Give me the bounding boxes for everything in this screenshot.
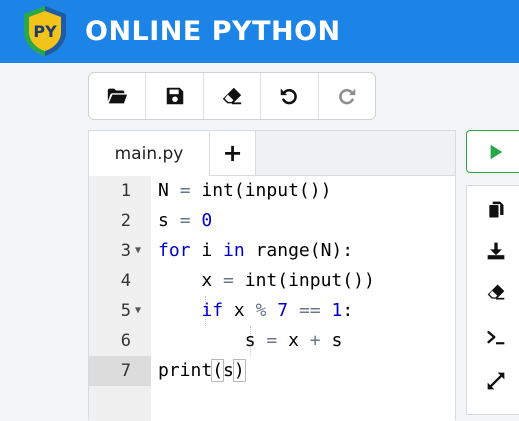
copy-icon (489, 201, 504, 218)
code-line-active: 7 print(s) (89, 356, 455, 386)
token: = (179, 210, 191, 231)
line-number: 4 (120, 271, 131, 291)
eraser-icon (222, 87, 242, 105)
token: = (266, 330, 278, 351)
expand-icon (487, 372, 505, 390)
undo-button[interactable] (261, 73, 319, 119)
token: print (158, 360, 213, 381)
token: x (288, 330, 299, 351)
token: s (158, 210, 169, 231)
token: s (244, 330, 256, 351)
token: in (223, 240, 245, 261)
text-cursor (244, 361, 246, 381)
logo-text: PY (33, 22, 57, 41)
code-line: 5 ▼ if x % 7 == 1: (89, 296, 455, 326)
token: x (233, 300, 245, 321)
token: for (158, 240, 191, 261)
terminal-button[interactable] (467, 323, 519, 353)
token: + (309, 330, 321, 351)
fold-arrow-icon[interactable]: ▼ (135, 236, 141, 266)
code-line: 4 x = int(input()) (89, 266, 455, 296)
code-line: 2 s = 0 (89, 206, 455, 236)
token: i (201, 240, 213, 261)
save-button[interactable] (146, 73, 204, 119)
run-button[interactable] (466, 130, 519, 173)
token: x (201, 270, 213, 291)
token: range(N): (255, 240, 354, 261)
eraser-icon (487, 284, 505, 300)
clear-output-button[interactable] (467, 277, 519, 307)
code-line: 6 s = x + s (89, 326, 455, 356)
copy-button[interactable] (467, 195, 519, 225)
token: % (255, 300, 267, 321)
line-number: 6 (120, 331, 131, 351)
token: 7 (277, 300, 289, 321)
folder-open-icon (108, 88, 128, 104)
play-icon (490, 144, 503, 159)
token: s (331, 330, 343, 351)
matching-bracket: ( (211, 359, 225, 382)
tab-main-py[interactable]: main.py (89, 131, 210, 176)
redo-icon (339, 88, 356, 105)
editor-panel: main.py + 1 N = int(input()) 2 s = 0 3 ▼… (88, 130, 456, 421)
clear-button[interactable] (204, 73, 262, 119)
open-file-button[interactable] (89, 73, 147, 119)
token: = (179, 180, 191, 201)
token: = (223, 270, 234, 291)
side-tools-panel (466, 185, 519, 415)
top-bar: PY ONLINE PYTHON (0, 0, 519, 63)
line-number: 5 (120, 301, 131, 321)
token: s (223, 360, 234, 381)
line-number: 3 (120, 241, 131, 261)
line-number: 1 (120, 181, 131, 201)
token: 1 (331, 300, 343, 321)
token: if (201, 300, 224, 321)
add-tab-button[interactable]: + (210, 131, 256, 175)
undo-icon (281, 88, 298, 105)
token: int(input()) (201, 180, 332, 201)
file-toolbar (88, 72, 376, 120)
code-line: 3 ▼ for i in range(N): (89, 236, 455, 266)
download-button[interactable] (467, 236, 519, 266)
token: : (342, 300, 354, 321)
brand-title[interactable]: ONLINE PYTHON (85, 15, 341, 49)
token: == (298, 300, 321, 321)
redo-button[interactable] (319, 73, 375, 119)
fold-arrow-icon[interactable]: ▼ (135, 296, 141, 326)
python-logo-icon[interactable]: PY (20, 4, 70, 58)
fullscreen-button[interactable] (467, 366, 519, 396)
download-icon (487, 242, 505, 260)
terminal-icon (487, 331, 505, 345)
save-icon (166, 87, 183, 105)
code-line: 1 N = int(input()) (89, 176, 455, 206)
token: N (158, 180, 169, 201)
plus-icon: + (222, 139, 243, 167)
line-number: 7 (120, 361, 131, 381)
line-number: 2 (120, 211, 131, 231)
matching-bracket: ) (232, 359, 246, 382)
token: 0 (201, 210, 213, 231)
token: int(input()) (244, 270, 375, 291)
